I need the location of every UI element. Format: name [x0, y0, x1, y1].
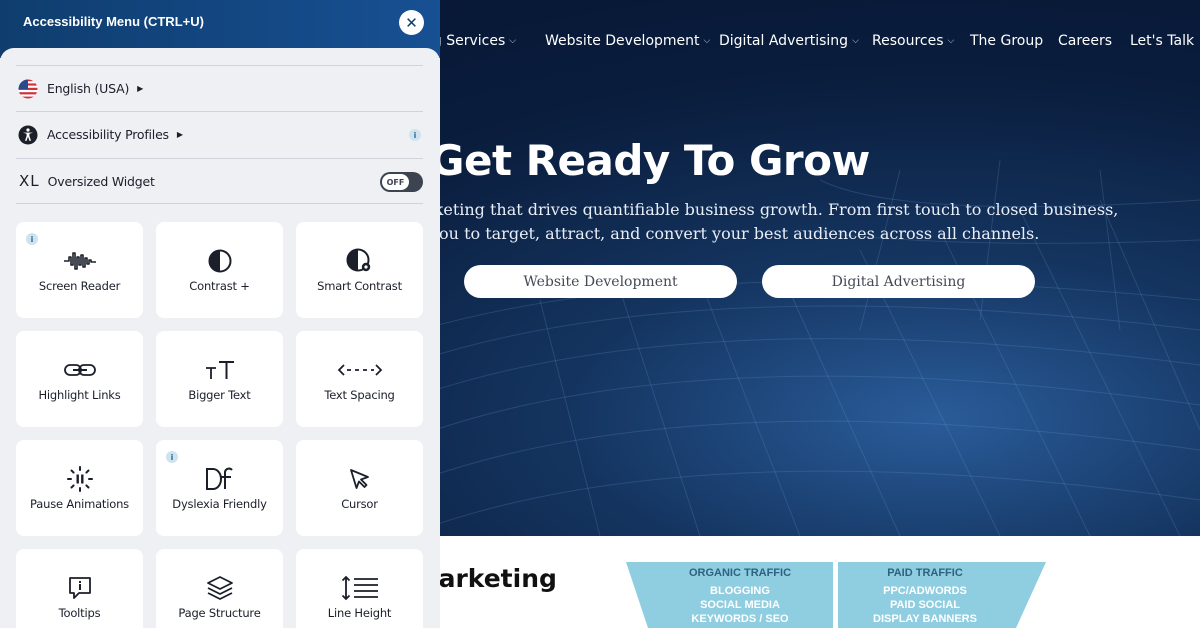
- tile-text-spacing[interactable]: Text Spacing: [296, 331, 423, 427]
- xl-icon: XL: [19, 172, 40, 190]
- tile-label: Text Spacing: [324, 388, 395, 402]
- pause-icon: [16, 466, 143, 492]
- text-spacing-icon: [296, 357, 423, 383]
- accessibility-person-icon: [18, 125, 38, 145]
- nav-resources[interactable]: Resources ⌵: [872, 33, 954, 49]
- chevron-down-icon: ⌵: [947, 36, 955, 46]
- chevron-down-icon: ⌵: [852, 36, 859, 46]
- funnel-item: PAID SOCIAL: [889, 599, 961, 611]
- profiles-label: Accessibility Profiles: [47, 127, 169, 142]
- funnel-item: PPC/ADWORDS: [883, 585, 967, 597]
- nav-label: Resources: [872, 33, 944, 49]
- hero-subtitle-line: you to target, attract, and convert your…: [430, 224, 1040, 243]
- nav-careers[interactable]: Careers: [1058, 33, 1112, 49]
- tile-label: Cursor: [341, 497, 378, 511]
- close-button[interactable]: ✕: [399, 10, 424, 35]
- cursor-icon: [296, 466, 423, 492]
- oversized-widget-row: XL Oversized Widget OFF: [16, 158, 423, 204]
- digital-advertising-button[interactable]: Digital Advertising: [762, 265, 1035, 298]
- funnel-item: KEYWORDS / SEO: [691, 613, 789, 625]
- tile-screen-reader[interactable]: i Screen Reader: [16, 222, 143, 318]
- tile-label: Page Structure: [178, 606, 261, 620]
- nav-label: Careers: [1058, 33, 1113, 49]
- funnel-organic: ORGANIC TRAFFIC BLOGGING SOCIAL MEDIA KE…: [640, 562, 840, 628]
- hero-subtitle-line: rketing that drives quantifiable busines…: [426, 200, 1119, 219]
- funnel-item: SOCIAL MEDIA: [700, 599, 780, 611]
- toggle-state: OFF: [382, 174, 409, 190]
- tooltip-icon: [16, 575, 143, 601]
- info-icon[interactable]: i: [166, 451, 178, 463]
- close-icon: ✕: [405, 13, 418, 32]
- nav-lets-talk[interactable]: Let's Talk: [1130, 33, 1194, 49]
- accessibility-title: Accessibility Menu (CTRL+U): [23, 14, 204, 29]
- accessibility-profiles[interactable]: Accessibility Profiles ▶ i: [16, 111, 423, 157]
- tile-highlight-links[interactable]: Highlight Links: [16, 331, 143, 427]
- chevron-down-icon: ⌵: [703, 36, 711, 46]
- funnel-items: BLOGGING SOCIAL MEDIA KEYWORDS / SEO: [640, 584, 840, 626]
- tile-dyslexia-friendly[interactable]: i Dyslexia Friendly: [156, 440, 283, 536]
- tile-label: Pause Animations: [30, 497, 129, 511]
- website-development-button[interactable]: Website Development: [464, 265, 737, 298]
- info-icon[interactable]: i: [26, 233, 38, 245]
- nav-label: Let's Talk: [1130, 33, 1195, 49]
- tile-label: Contrast +: [189, 279, 250, 293]
- sound-wave-icon: [16, 248, 143, 274]
- section-title: larketing: [430, 564, 557, 593]
- funnel-item: BLOGGING: [710, 585, 770, 597]
- text-size-icon: [156, 357, 283, 383]
- site-navigation: ng Services ⌵ Website Development ⌵ Digita…: [420, 30, 1200, 54]
- link-icon: [16, 357, 143, 383]
- tile-contrast[interactable]: Contrast +: [156, 222, 283, 318]
- line-height-icon: [296, 575, 423, 601]
- caret-right-icon: ▶: [176, 130, 184, 139]
- tile-smart-contrast[interactable]: Smart Contrast: [296, 222, 423, 318]
- caret-right-icon: ▶: [137, 84, 144, 93]
- tile-pause-animations[interactable]: Pause Animations: [16, 440, 143, 536]
- tile-label: Screen Reader: [38, 279, 121, 293]
- nav-digital-advertising[interactable]: Digital Advertising ⌵: [719, 33, 859, 49]
- layers-icon: [156, 575, 283, 601]
- info-icon[interactable]: i: [409, 129, 421, 141]
- smart-contrast-icon: [296, 248, 423, 274]
- oversized-label: Oversized Widget: [47, 173, 155, 189]
- contrast-icon: [156, 248, 283, 274]
- language-selector[interactable]: English (USA) ▶: [16, 65, 423, 111]
- accessibility-body: English (USA) ▶ Accessibility Profiles ▶…: [0, 48, 440, 628]
- funnel-heading: ORGANIC TRAFFIC: [688, 567, 792, 579]
- tile-tooltips[interactable]: Tooltips: [16, 549, 143, 628]
- funnel-heading: PAID TRAFFIC: [887, 567, 963, 579]
- us-flag-icon: [18, 79, 38, 99]
- nav-label: Website Development: [545, 33, 700, 49]
- nav-website-development[interactable]: Website Development ⌵: [545, 33, 710, 49]
- funnel-paid: PAID TRAFFIC PPC/ADWORDS PAID SOCIAL DIS…: [838, 562, 1012, 628]
- tile-line-height[interactable]: Line Height: [296, 549, 423, 628]
- language-label: English (USA): [47, 81, 130, 96]
- dyslexia-icon: [156, 466, 283, 492]
- tile-page-structure[interactable]: Page Structure: [156, 549, 283, 628]
- tile-label: Bigger Text: [188, 388, 251, 402]
- chevron-down-icon: ⌵: [509, 36, 517, 46]
- nav-the-group[interactable]: The Group: [970, 33, 1043, 49]
- hero-title: Get Ready To Grow: [430, 136, 870, 185]
- nav-label: The Group: [970, 33, 1044, 49]
- tile-label: Dyslexia Friendly: [172, 497, 267, 511]
- tile-label: Highlight Links: [38, 388, 121, 402]
- hero-subtitle: rketing that drives quantifiable busines…: [426, 198, 1118, 246]
- tile-cursor[interactable]: Cursor: [296, 440, 423, 536]
- funnel-items: PPC/ADWORDS PAID SOCIAL DISPLAY BANNERS: [838, 584, 1012, 626]
- tile-label: Line Height: [327, 606, 392, 620]
- accessibility-panel: Accessibility Menu (CTRL+U) ✕ English (U…: [0, 0, 440, 628]
- tile-label: Tooltips: [58, 606, 101, 620]
- funnel-item: DISPLAY BANNERS: [873, 613, 977, 625]
- tile-label: Smart Contrast: [317, 279, 402, 293]
- nav-label: Digital Advertising: [719, 33, 849, 49]
- tile-bigger-text[interactable]: Bigger Text: [156, 331, 283, 427]
- oversized-widget-toggle[interactable]: OFF: [380, 172, 423, 192]
